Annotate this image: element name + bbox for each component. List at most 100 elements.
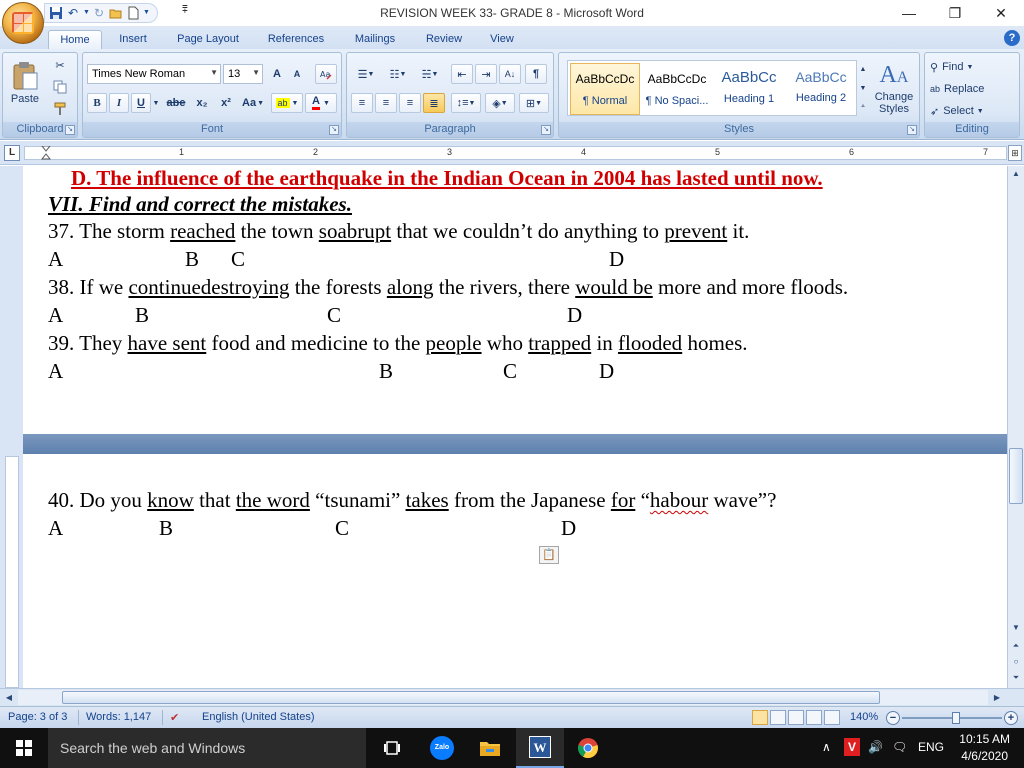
outline-view-icon[interactable] — [806, 710, 822, 725]
chrome-app-icon[interactable] — [564, 728, 612, 768]
style-no-spacing[interactable]: AaBbCcDc ¶ No Spaci... — [642, 63, 712, 115]
italic-button[interactable]: I — [109, 93, 129, 113]
tab-mailings[interactable]: Mailings — [344, 30, 406, 50]
zalo-app-icon[interactable]: Zalo — [418, 728, 466, 768]
office-button[interactable] — [2, 2, 44, 44]
next-page-icon[interactable]: ⏷ — [1009, 670, 1023, 686]
volume-icon[interactable]: 🔊 — [868, 740, 883, 754]
page[interactable]: 40. Do you know that the word “tsunami” … — [23, 454, 1007, 688]
justify-icon[interactable]: ≣ — [423, 93, 445, 113]
shading-icon[interactable]: ◈ ▼ — [485, 93, 515, 113]
action-center-icon[interactable]: 🗨 — [892, 740, 907, 754]
subscript-button[interactable]: x₂ — [191, 93, 213, 113]
antivirus-tray-icon[interactable]: V — [844, 738, 860, 756]
zoom-in-icon[interactable]: + — [1004, 711, 1018, 725]
browse-object-icon[interactable]: ○ — [1009, 654, 1023, 670]
indent-marker-icon[interactable] — [41, 146, 51, 160]
style-heading-2[interactable]: AaBbCc Heading 2 — [786, 63, 856, 115]
scroll-up-icon[interactable]: ▲ — [1009, 166, 1023, 182]
font-size-select[interactable]: 13 ▼ — [223, 64, 263, 84]
page-count[interactable]: Page: 3 of 3 — [8, 711, 67, 723]
style-heading-1[interactable]: AaBbCc Heading 1 — [714, 63, 784, 115]
tab-insert[interactable]: Insert — [108, 30, 158, 50]
paste-button[interactable]: Paste — [7, 55, 43, 111]
font-color-button[interactable]: A ▼ — [305, 93, 337, 113]
decrease-indent-icon[interactable]: ⇤ — [451, 64, 473, 84]
strikethrough-button[interactable]: abe — [163, 93, 189, 113]
tab-view[interactable]: View — [482, 30, 522, 50]
bold-button[interactable]: B — [87, 93, 107, 113]
increase-indent-icon[interactable]: ⇥ — [475, 64, 497, 84]
sort-icon[interactable]: A↓ — [499, 64, 521, 84]
font-launcher-icon[interactable]: ↘ — [329, 125, 339, 135]
align-left-icon[interactable]: ≡ — [351, 93, 373, 113]
draft-view-icon[interactable] — [824, 710, 840, 725]
paragraph-launcher-icon[interactable]: ↘ — [541, 125, 551, 135]
tab-review[interactable]: Review — [416, 30, 472, 50]
replace-button[interactable]: ab Replace — [929, 79, 1015, 99]
horizontal-scrollbar[interactable]: ◀ ▶ — [0, 688, 1024, 706]
scroll-down-icon[interactable]: ▼ — [1009, 620, 1023, 636]
tab-home[interactable]: Home — [48, 30, 102, 50]
vertical-scroll-thumb[interactable] — [1009, 448, 1023, 504]
find-button[interactable]: ⚲ Find ▼ — [929, 57, 1015, 77]
borders-icon[interactable]: ⊞ ▼ — [519, 93, 549, 113]
select-button[interactable]: ➶ Select ▼ — [929, 101, 1015, 121]
shrink-font-button[interactable]: A — [287, 64, 307, 84]
underline-button[interactable]: U — [131, 93, 151, 113]
word-count[interactable]: Words: 1,147 — [86, 711, 151, 723]
task-view-icon[interactable] — [368, 728, 416, 768]
zoom-slider-thumb[interactable] — [952, 712, 960, 724]
help-icon[interactable]: ? — [1004, 30, 1020, 46]
style-normal[interactable]: AaBbCcDc ¶ Normal — [570, 63, 640, 115]
horizontal-scroll-thumb[interactable] — [62, 691, 880, 704]
styles-more-icon[interactable]: ⩡ — [857, 98, 869, 116]
underline-dropdown-icon[interactable]: ▼ — [151, 93, 161, 113]
change-styles-button[interactable]: AA Change Styles — [871, 57, 917, 119]
horizontal-ruler[interactable]: 1 2 3 4 5 6 7 — [24, 146, 1007, 160]
document-area[interactable]: D. The influence of the earthquake in th… — [23, 166, 1007, 688]
format-painter-icon[interactable] — [49, 99, 71, 119]
restore-button[interactable]: ❐ — [932, 0, 978, 26]
tab-page-layout[interactable]: Page Layout — [168, 30, 248, 50]
taskbar-search-box[interactable]: Search the web and Windows — [48, 728, 366, 768]
previous-page-icon[interactable]: ⏶ — [1009, 638, 1023, 654]
show-hidden-icons-icon[interactable]: ∧ — [822, 740, 831, 754]
view-ruler-icon[interactable]: ⊞ — [1008, 145, 1022, 161]
scroll-right-icon[interactable]: ▶ — [990, 690, 1004, 705]
file-explorer-icon[interactable] — [466, 728, 514, 768]
change-case-button[interactable]: Aa ▼ — [239, 93, 267, 113]
styles-scroll-up-icon[interactable]: ▲ — [857, 60, 869, 78]
tab-stop-selector[interactable]: L — [4, 145, 20, 161]
numbering-icon[interactable]: ☷ ▼ — [383, 64, 413, 84]
line-spacing-icon[interactable]: ↕≡ ▼ — [451, 93, 481, 113]
start-button[interactable] — [0, 728, 48, 768]
highlight-color-button[interactable]: ab ▼ — [271, 93, 303, 113]
align-center-icon[interactable]: ≡ — [375, 93, 397, 113]
close-button[interactable]: ✕ — [978, 0, 1024, 26]
system-clock[interactable]: 10:15 AM 4/6/2020 — [959, 731, 1010, 765]
zoom-out-icon[interactable]: − — [886, 711, 900, 725]
align-right-icon[interactable]: ≡ — [399, 93, 421, 113]
paste-options-icon[interactable]: 📋 — [539, 546, 559, 564]
input-language[interactable]: ENG — [918, 740, 944, 754]
clear-formatting-icon[interactable]: Aa — [315, 64, 337, 84]
copy-icon[interactable] — [49, 77, 71, 97]
language-status[interactable]: English (United States) — [202, 711, 315, 723]
full-screen-reading-view-icon[interactable] — [770, 710, 786, 725]
web-layout-view-icon[interactable] — [788, 710, 804, 725]
clipboard-launcher-icon[interactable]: ↘ — [65, 125, 75, 135]
styles-scroll-down-icon[interactable]: ▼ — [857, 79, 869, 97]
grow-font-button[interactable]: A — [267, 64, 287, 84]
word-app-icon[interactable]: W — [516, 728, 564, 768]
scroll-left-icon[interactable]: ◀ — [2, 690, 16, 705]
bullets-icon[interactable]: ☰ ▼ — [351, 64, 381, 84]
zoom-level[interactable]: 140% — [850, 711, 878, 723]
print-layout-view-icon[interactable] — [752, 710, 768, 725]
proofing-icon[interactable]: ✔ — [170, 711, 179, 724]
minimize-button[interactable]: — — [886, 0, 932, 26]
vertical-scrollbar[interactable]: ▲ ▼ ⏶ ○ ⏷ — [1007, 166, 1024, 688]
cut-icon[interactable]: ✂ — [49, 55, 71, 75]
superscript-button[interactable]: x² — [215, 93, 237, 113]
page[interactable]: D. The influence of the earthquake in th… — [23, 166, 1007, 434]
